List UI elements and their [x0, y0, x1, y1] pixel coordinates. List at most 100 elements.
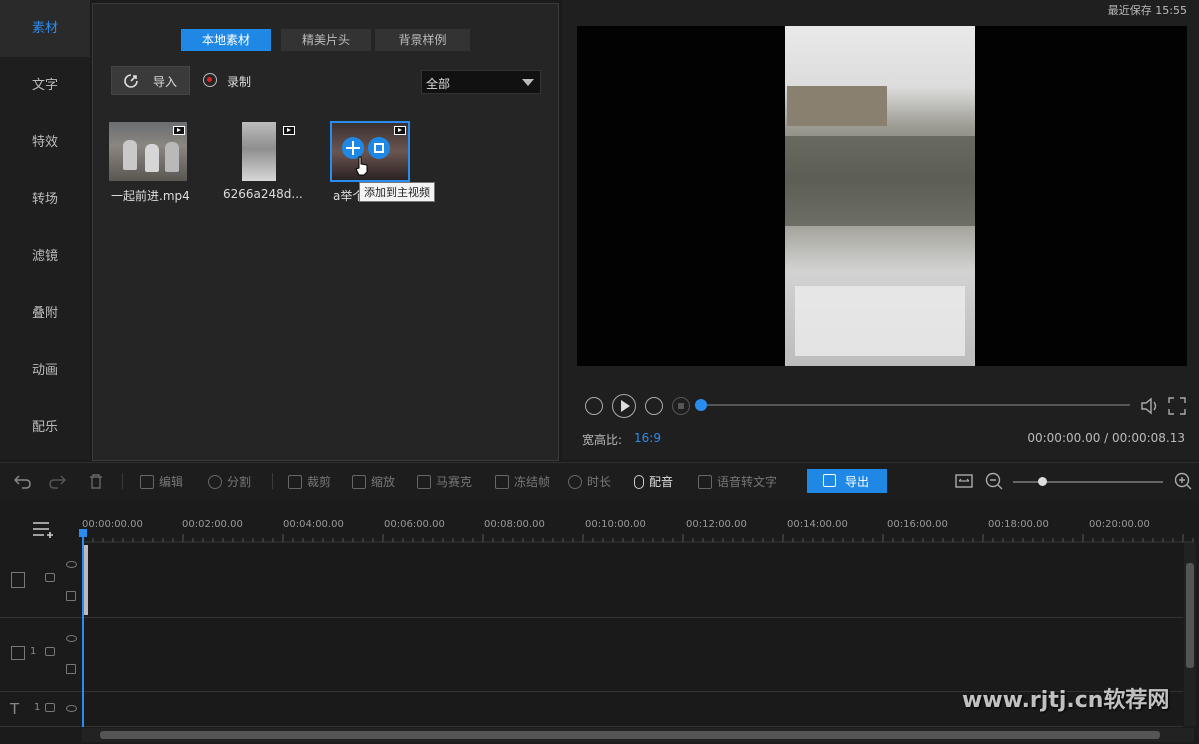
- media-thumbnail[interactable]: [109, 122, 187, 181]
- redo-icon[interactable]: [48, 473, 66, 489]
- prev-frame-button[interactable]: [585, 397, 603, 415]
- edit-button[interactable]: 编辑: [140, 473, 183, 490]
- zoom-in-icon[interactable]: [1174, 472, 1192, 490]
- media-thumbnail[interactable]: [242, 122, 276, 181]
- duration-label: 时长: [587, 475, 612, 489]
- speech-to-text-button[interactable]: 语音转文字: [698, 473, 777, 490]
- eye-icon[interactable]: [66, 635, 77, 642]
- crop-button[interactable]: 裁剪: [288, 473, 331, 490]
- edit-label: 编辑: [159, 475, 184, 489]
- zoom-button[interactable]: 缩放: [352, 473, 395, 490]
- play-button[interactable]: [612, 394, 636, 418]
- add-track-icon[interactable]: [32, 520, 56, 538]
- split-label: 分割: [227, 475, 252, 489]
- timeline-ruler[interactable]: 00:00:00.00 00:02:00.00 00:04:00.00 00:0…: [82, 513, 1194, 543]
- lock-icon[interactable]: [45, 647, 55, 656]
- fit-timeline-icon[interactable]: [955, 472, 973, 490]
- volume-icon[interactable]: [1140, 396, 1160, 416]
- preview-panel: 最近保存 15:55 宽高比: 16:9 00:00:00.00 / 00:00…: [562, 0, 1199, 460]
- track-header-video: [0, 543, 82, 618]
- filter-dropdown[interactable]: 全部: [421, 70, 541, 94]
- nav-item-music[interactable]: 配乐: [0, 399, 90, 456]
- mosaic-icon: [417, 475, 431, 489]
- track-number: 1: [30, 646, 37, 657]
- export-button[interactable]: 导出: [807, 469, 887, 493]
- scissors-icon: [208, 475, 222, 489]
- clock-icon: [568, 475, 582, 489]
- nav-item-overlay[interactable]: 叠附: [0, 285, 90, 342]
- zoom-slider[interactable]: [1013, 481, 1163, 483]
- save-status: 最近保存 15:55: [1107, 4, 1187, 17]
- delete-icon[interactable]: [88, 473, 104, 489]
- zoom-slider-knob[interactable]: [1038, 477, 1047, 486]
- lock-icon[interactable]: [45, 573, 55, 582]
- media-panel: 本地素材 精美片头 背景样例 导入 录制 全部 一起前进.mp4 6266a24…: [92, 3, 559, 461]
- import-button[interactable]: 导入: [111, 66, 190, 95]
- duration-button[interactable]: 时长: [568, 473, 611, 490]
- eye-icon[interactable]: [66, 561, 77, 568]
- speech-icon: [698, 475, 712, 489]
- track-number: 1: [34, 702, 41, 713]
- freeze-frame-button[interactable]: 冻结帧: [495, 473, 550, 490]
- import-icon: [124, 74, 138, 88]
- aspect-value[interactable]: 16:9: [634, 431, 661, 445]
- left-nav: 素材 文字 特效 转场 滤镜 叠附 动画 配乐: [0, 0, 90, 460]
- track-header-text: T 1: [0, 692, 82, 727]
- zoom-out-icon[interactable]: [985, 472, 1003, 490]
- play-icon: [621, 400, 630, 412]
- vertical-scrollbar[interactable]: [1184, 543, 1196, 726]
- dub-label: 配音: [649, 475, 674, 489]
- timeline-toolbar: 编辑 分割 裁剪 缩放 马赛克 冻结帧 时长 配音 语音转文字 导出: [0, 462, 1199, 500]
- nav-item-filter[interactable]: 滤镜: [0, 228, 90, 285]
- watermark-text: www.rjtj.cn软荐网: [962, 688, 1170, 713]
- undo-icon[interactable]: [14, 473, 32, 489]
- video-badge-icon: [173, 126, 185, 135]
- dub-button[interactable]: 配音: [634, 473, 673, 490]
- progress-knob[interactable]: [695, 399, 707, 411]
- horizontal-scrollbar[interactable]: [82, 728, 1194, 742]
- speaker-icon[interactable]: [66, 664, 76, 674]
- tick-label: 00:20:00.00: [1089, 519, 1150, 530]
- tab-intro-templates[interactable]: 精美片头: [281, 29, 371, 51]
- film-icon: [11, 572, 25, 588]
- nav-item-effects[interactable]: 特效: [0, 114, 90, 171]
- zoom-icon: [352, 475, 366, 489]
- nav-item-material[interactable]: 素材: [0, 0, 90, 57]
- export-label: 导出: [845, 475, 870, 489]
- microphone-icon: [634, 475, 644, 489]
- playhead[interactable]: [82, 531, 84, 727]
- tick-label: 00:12:00.00: [686, 519, 747, 530]
- media-thumbnail-selected[interactable]: [330, 121, 410, 182]
- tick-label: 00:08:00.00: [484, 519, 545, 530]
- freeze-label: 冻结帧: [514, 475, 551, 489]
- next-frame-button[interactable]: [645, 397, 663, 415]
- tick-label: 00:02:00.00: [182, 519, 243, 530]
- split-button[interactable]: 分割: [208, 473, 251, 490]
- playhead-handle[interactable]: [79, 529, 87, 537]
- lock-icon[interactable]: [45, 703, 55, 712]
- record-icon: [203, 73, 217, 87]
- stop-button[interactable]: [672, 397, 690, 415]
- nav-item-text[interactable]: 文字: [0, 57, 90, 114]
- track-pip[interactable]: [82, 618, 1183, 692]
- tab-local-material[interactable]: 本地素材: [181, 29, 271, 51]
- video-badge-icon: [283, 126, 295, 135]
- nav-item-transition[interactable]: 转场: [0, 171, 90, 228]
- tick-label: 00:06:00.00: [384, 519, 445, 530]
- crop-icon: [288, 475, 302, 489]
- zoom-label: 缩放: [371, 475, 396, 489]
- eye-icon[interactable]: [66, 705, 77, 712]
- track-video[interactable]: [82, 543, 1183, 618]
- tab-background-samples[interactable]: 背景样例: [375, 29, 470, 51]
- progress-track[interactable]: [701, 404, 1130, 406]
- mosaic-button[interactable]: 马赛克: [417, 473, 472, 490]
- fullscreen-icon[interactable]: [1168, 397, 1186, 415]
- nav-item-animation[interactable]: 动画: [0, 342, 90, 399]
- tick-label: 00:04:00.00: [283, 519, 344, 530]
- add-as-overlay-button[interactable]: [368, 137, 390, 159]
- video-frame: [785, 26, 975, 366]
- chevron-down-icon: [522, 79, 534, 86]
- tick-label: 00:16:00.00: [887, 519, 948, 530]
- speaker-icon[interactable]: [66, 591, 76, 601]
- hand-cursor-icon: [355, 156, 368, 176]
